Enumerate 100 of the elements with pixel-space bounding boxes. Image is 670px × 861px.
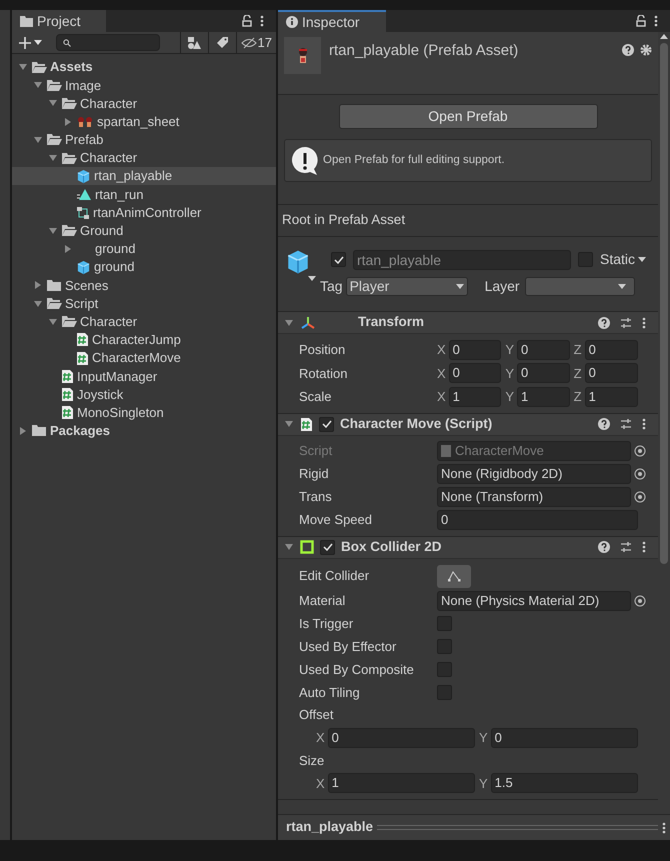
checkbox[interactable] <box>319 416 334 432</box>
tree-item[interactable]: InputManager <box>12 367 276 386</box>
tree-item[interactable]: Assets <box>12 58 276 76</box>
help-icon[interactable] <box>598 418 610 430</box>
tree-item[interactable]: Ground <box>12 222 276 240</box>
expanded-arrow-icon[interactable] <box>284 542 294 552</box>
lock-icon[interactable] <box>242 15 252 27</box>
object-field[interactable]: None (Rigidbody 2D) <box>437 464 631 484</box>
more-icon[interactable] <box>642 316 646 328</box>
tree-item[interactable]: Character <box>12 148 276 168</box>
object-picker-icon[interactable] <box>634 468 646 480</box>
tree-item[interactable]: Script <box>12 294 276 313</box>
expanded-arrow-icon[interactable] <box>33 134 43 145</box>
checkbox[interactable] <box>437 684 452 700</box>
more-icon[interactable] <box>642 418 646 430</box>
lock-icon[interactable] <box>636 15 646 27</box>
object-field[interactable]: None (Physics Material 2D) <box>437 591 631 611</box>
checkbox[interactable] <box>437 639 452 654</box>
number-field[interactable]: 1 <box>517 386 570 407</box>
expanded-arrow-icon[interactable] <box>33 80 43 90</box>
expanded-arrow-icon[interactable] <box>284 419 294 429</box>
tree-item[interactable]: CharacterJump <box>12 330 276 349</box>
search-field[interactable] <box>56 34 160 51</box>
axis-label: Z <box>574 341 582 359</box>
tree-item[interactable]: ground <box>12 240 276 258</box>
number-field[interactable]: 0 <box>437 510 638 530</box>
expanded-arrow-icon[interactable] <box>48 98 58 108</box>
tree-item[interactable]: Prefab <box>12 130 276 149</box>
checkbox[interactable] <box>578 252 593 267</box>
static-dropdown[interactable]: Static <box>600 249 646 270</box>
number-field[interactable]: 0 <box>517 340 570 360</box>
sliders-icon[interactable] <box>620 316 632 328</box>
collapsed-arrow-icon[interactable] <box>33 280 43 290</box>
help-icon[interactable] <box>598 541 610 553</box>
expanded-arrow-icon[interactable] <box>33 298 43 309</box>
tree-item[interactable]: Joystick <box>12 385 276 404</box>
expanded-arrow-icon[interactable] <box>18 62 28 72</box>
tree-item[interactable]: Character <box>12 94 276 113</box>
tree-item[interactable]: rtanAnimController <box>12 204 276 222</box>
tree-item[interactable]: Scenes <box>12 276 276 294</box>
tree-item[interactable]: Character <box>12 312 276 331</box>
number-field[interactable]: 0 <box>448 363 502 384</box>
settings-icon[interactable] <box>640 44 652 56</box>
sliders-icon[interactable] <box>620 541 632 553</box>
name-field[interactable]: rtan_playable <box>353 250 571 270</box>
expanded-arrow-icon[interactable] <box>48 226 58 236</box>
checkbox[interactable] <box>320 540 335 554</box>
sliders-icon[interactable] <box>620 418 632 430</box>
more-icon[interactable] <box>642 541 646 553</box>
collapsed-arrow-icon[interactable] <box>18 426 28 436</box>
item-label: Ground <box>80 222 124 240</box>
tree-item[interactable]: ground <box>12 258 276 276</box>
number-field[interactable]: 0 <box>490 728 638 748</box>
more-icon[interactable] <box>654 15 658 27</box>
expanded-arrow-icon[interactable] <box>48 153 58 164</box>
axis-label: Y <box>479 729 488 748</box>
tree-item[interactable]: Packages <box>12 422 276 440</box>
more-icon[interactable] <box>260 15 264 27</box>
inspector-tab[interactable]: Inspector <box>278 10 386 32</box>
help-icon[interactable] <box>622 44 634 56</box>
help-icon[interactable] <box>598 316 610 328</box>
hidden-packages-button[interactable]: 17 <box>236 32 276 53</box>
checkbox[interactable] <box>437 662 452 677</box>
number-field[interactable]: 0 <box>584 340 638 360</box>
collapsed-arrow-icon[interactable] <box>63 116 73 127</box>
more-icon[interactable] <box>662 822 666 834</box>
number-field[interactable]: 0 <box>448 340 502 360</box>
tree-item[interactable]: MonoSingleton <box>12 404 276 422</box>
axis-label: X <box>437 388 446 406</box>
component-header[interactable]: Transform <box>278 312 658 334</box>
expanded-arrow-icon[interactable] <box>48 316 58 327</box>
number-field[interactable]: 1 <box>584 386 638 407</box>
tree-item[interactable]: rtan_run <box>12 185 276 204</box>
edit-collider-button[interactable] <box>437 564 471 588</box>
number-field[interactable]: 1.5 <box>490 773 638 794</box>
object-picker-icon[interactable] <box>634 595 646 607</box>
number-field[interactable]: 0 <box>517 363 570 384</box>
project-tab[interactable]: Project <box>12 10 106 32</box>
number-field[interactable]: 1 <box>448 386 502 407</box>
object-field[interactable]: None (Transform) <box>437 487 631 507</box>
tree-item[interactable]: Image <box>12 76 276 94</box>
tree-item[interactable]: spartan_sheet <box>12 112 276 131</box>
number-field[interactable]: 0 <box>584 363 638 384</box>
tag-dropdown[interactable]: Player <box>346 277 468 296</box>
collapsed-arrow-icon[interactable] <box>63 244 73 254</box>
tree-item[interactable]: CharacterMove <box>12 349 276 368</box>
tree-item[interactable]: rtan_playable <box>12 167 276 186</box>
number-field[interactable]: 1 <box>328 773 475 794</box>
object-picker-icon[interactable] <box>634 491 646 503</box>
component-header[interactable]: Box Collider 2D <box>278 536 658 558</box>
expanded-arrow-icon[interactable] <box>284 318 294 328</box>
checkbox[interactable] <box>437 616 452 632</box>
add-button[interactable] <box>18 36 42 50</box>
component-header[interactable]: Character Move (Script) <box>278 414 658 436</box>
folder-icon <box>31 424 47 438</box>
number-field[interactable]: 0 <box>328 728 475 748</box>
checkbox[interactable] <box>331 252 346 267</box>
object-picker-icon[interactable] <box>634 445 646 457</box>
open-prefab-button[interactable]: Open Prefab <box>338 104 598 129</box>
caret-icon[interactable] <box>308 276 316 281</box>
